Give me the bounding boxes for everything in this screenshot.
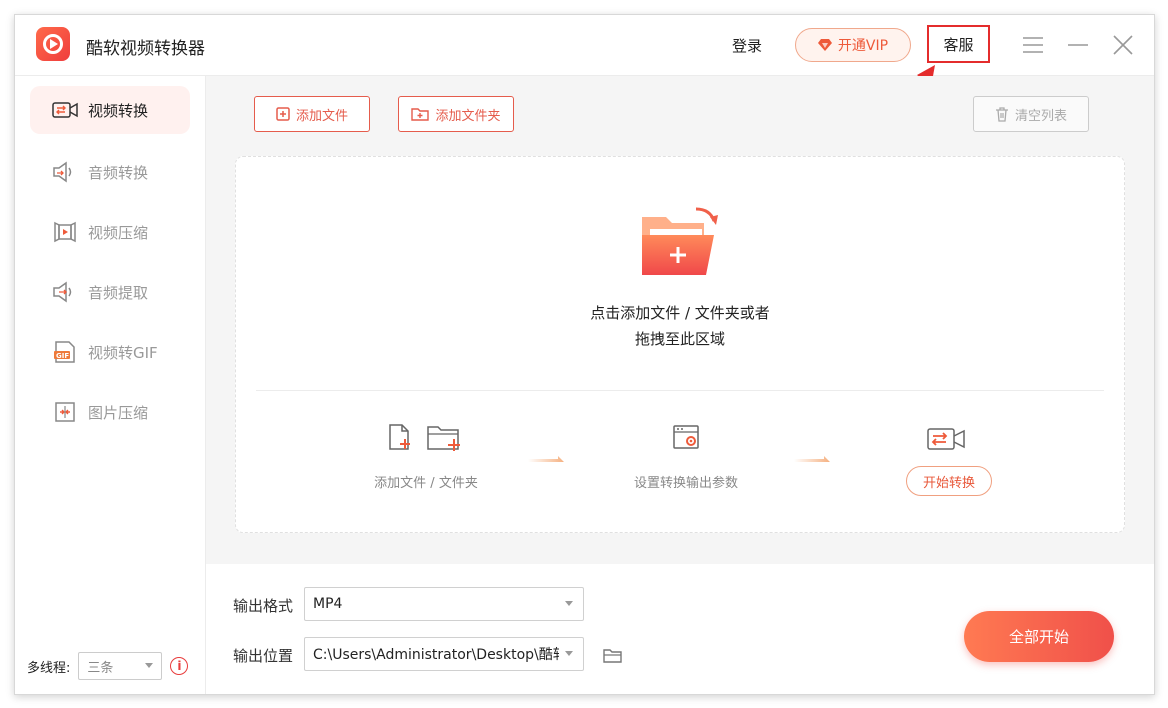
diamond-icon [817, 39, 832, 51]
drop-zone[interactable]: 点击添加文件 / 文件夹或者 拖拽至此区域 添加文件 / 文件夹 设置转换输出参… [235, 156, 1125, 533]
add-folder-icon [411, 108, 430, 121]
audio-convert-icon [53, 161, 72, 183]
gif-icon: GIF [54, 341, 75, 363]
sidebar: 视频转换 音频转换 视频压缩 音频提取 GIF 视频转GIF 图片压缩 多线程:… [15, 76, 206, 694]
sidebar-item-audio-convert[interactable]: 音频转换 [30, 148, 190, 196]
sidebar-item-label: 视频转换 [88, 101, 149, 120]
open-folder-icon[interactable] [603, 648, 623, 664]
add-file-button[interactable]: 添加文件 [254, 96, 370, 132]
step-settings-label: 设置转换输出参数 [633, 476, 738, 491]
vip-button[interactable]: 开通VIP [795, 28, 911, 62]
sidebar-item-video-convert[interactable]: 视频转换 [30, 86, 190, 134]
video-compress-icon [54, 221, 76, 243]
add-folder-label: 添加文件夹 [435, 108, 501, 124]
threads-value: 三条 [87, 660, 114, 676]
audio-extract-icon [53, 281, 72, 303]
threads-control: 多线程: 三条 i [27, 652, 189, 680]
threads-select[interactable]: 三条 [78, 652, 163, 680]
add-folder-button[interactable]: 添加文件夹 [398, 96, 514, 132]
trash-icon [995, 106, 1008, 122]
app-title: 酷软视频转换器 [86, 39, 205, 59]
output-location-label: 输出位置 [233, 647, 294, 665]
image-compress-icon [55, 402, 75, 422]
title-bar: 酷软视频转换器 登录 开通VIP 客服 [15, 15, 1154, 76]
add-folder-large-icon[interactable] [640, 205, 720, 279]
output-location-value: C:\Users\Administrator\Desktop\酷软 [313, 647, 559, 663]
chevron-down-icon [145, 663, 154, 668]
sidebar-item-video-compress[interactable]: 视频压缩 [30, 208, 190, 256]
clear-list-button[interactable]: 清空列表 [973, 96, 1089, 132]
sidebar-item-image-compress[interactable]: 图片压缩 [30, 388, 190, 436]
vip-label: 开通VIP [837, 38, 889, 54]
divider [256, 390, 1104, 391]
sidebar-item-label: 视频压缩 [88, 223, 149, 242]
output-panel: 输出格式 MP4 输出位置 C:\Users\Administrator\Des… [206, 564, 1154, 694]
sidebar-item-label: 音频提取 [88, 283, 149, 302]
drop-hint-line2: 拖拽至此区域 [634, 330, 725, 348]
step-arrow-icon [528, 456, 564, 462]
app-logo-icon [36, 27, 70, 61]
output-format-label: 输出格式 [233, 597, 294, 615]
step-arrow-icon [794, 456, 830, 462]
step-add-file-label: 添加文件 / 文件夹 [374, 476, 478, 491]
add-file-label: 添加文件 [295, 108, 348, 124]
sidebar-item-label: 图片压缩 [88, 403, 149, 422]
video-convert-icon [52, 102, 78, 118]
video-convert-step-icon [927, 428, 965, 450]
sidebar-item-label: 音频转换 [88, 163, 149, 182]
clear-list-label: 清空列表 [1014, 108, 1067, 124]
info-icon[interactable]: i [170, 657, 189, 675]
login-link[interactable]: 登录 [732, 35, 762, 56]
add-file-step-icon [389, 424, 410, 450]
add-square-icon [276, 107, 290, 121]
add-folder-step-icon [427, 426, 460, 451]
svg-text:GIF: GIF [56, 352, 69, 360]
customer-service-button[interactable]: 客服 [927, 25, 990, 63]
menu-icon[interactable] [1020, 32, 1046, 58]
output-format-select[interactable]: MP4 [304, 587, 584, 621]
start-all-button[interactable]: 全部开始 [964, 611, 1114, 662]
app-window: 酷软视频转换器 登录 开通VIP 客服 视频转换 音频转换 视频压缩 音频提取 … [14, 14, 1155, 695]
threads-label: 多线程: [27, 660, 71, 676]
chevron-down-icon [565, 651, 573, 656]
sidebar-item-video-to-gif[interactable]: GIF 视频转GIF [30, 328, 190, 376]
output-location-select[interactable]: C:\Users\Administrator\Desktop\酷软 [304, 637, 584, 671]
close-icon[interactable] [1110, 32, 1136, 58]
output-format-value: MP4 [313, 596, 343, 612]
sidebar-item-label: 视频转GIF [88, 343, 158, 362]
settings-window-icon [673, 425, 699, 449]
start-convert-button[interactable]: 开始转换 [906, 466, 992, 496]
main-panel: 添加文件 添加文件夹 清空列表 点击添加文件 / 文件夹或者 拖拽至此区域 添加… [206, 76, 1154, 564]
sidebar-item-audio-extract[interactable]: 音频提取 [30, 268, 190, 316]
minimize-icon[interactable] [1065, 32, 1091, 58]
chevron-down-icon [565, 601, 573, 606]
drop-hint-line1: 点击添加文件 / 文件夹或者 [590, 304, 770, 322]
